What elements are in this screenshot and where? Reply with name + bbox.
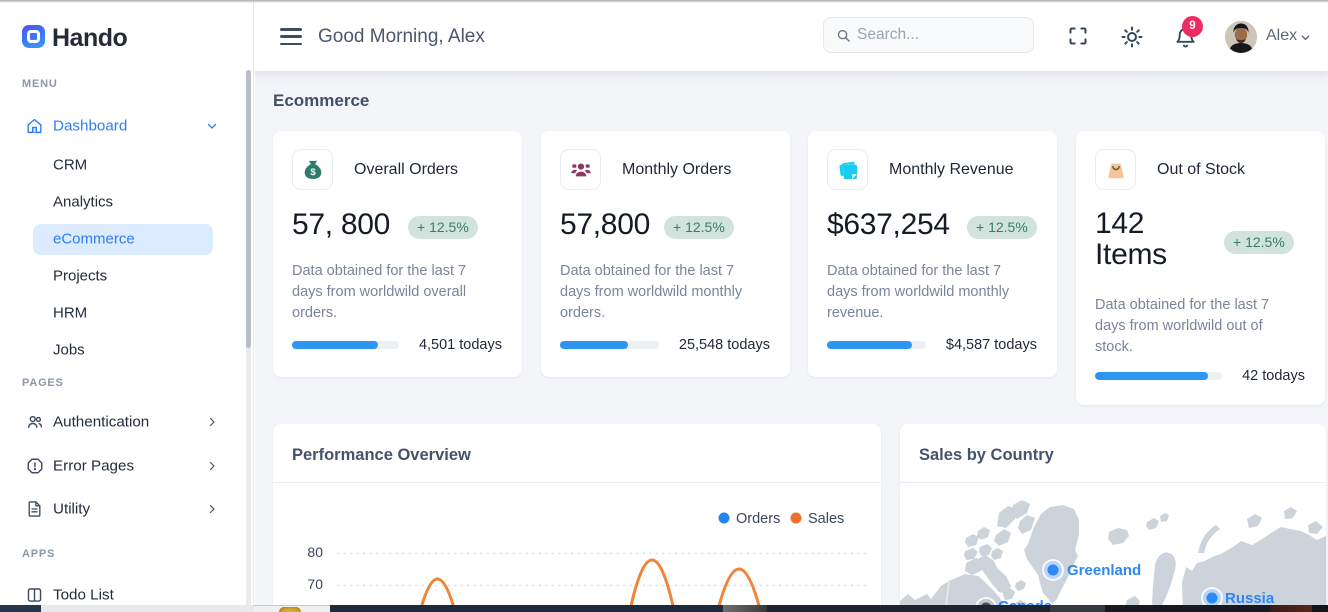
svg-text:Greenland: Greenland	[1067, 562, 1141, 579]
svg-text:80: 80	[307, 544, 323, 560]
svg-text:$: $	[310, 166, 316, 177]
svg-text:Orders: Orders	[736, 511, 780, 527]
svg-text:70: 70	[307, 576, 323, 592]
svg-text:Sales: Sales	[808, 511, 844, 527]
